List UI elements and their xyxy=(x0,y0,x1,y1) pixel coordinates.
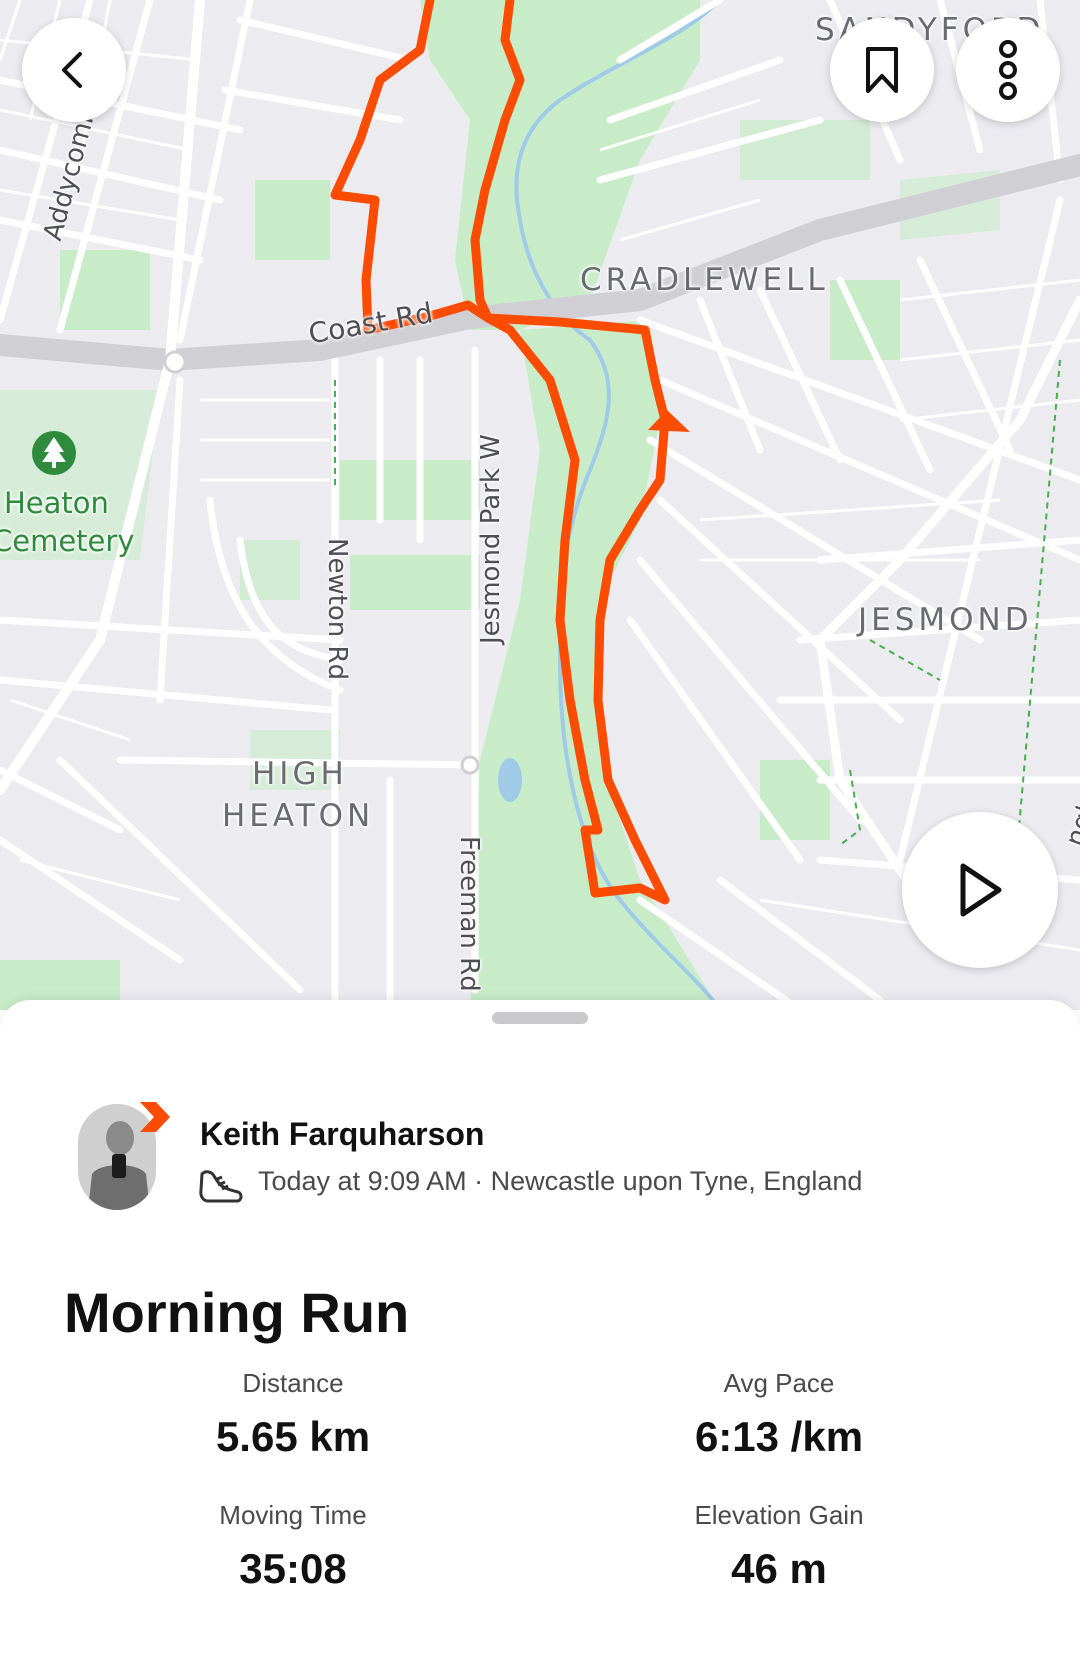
stat-label: Moving Time xyxy=(219,1500,367,1530)
stat-value: 5.65 km xyxy=(215,1413,371,1460)
stat-label: Elevation Gain xyxy=(694,1500,864,1530)
street-label-freeman-rd: Freeman Rd xyxy=(454,836,484,992)
activity-sheet: Keith Farquharson Today at 9:09 AM · New… xyxy=(0,1000,1080,1672)
area-label-high: HIGH xyxy=(252,756,348,792)
area-label-heaton: HEATON xyxy=(222,798,375,834)
pond xyxy=(498,758,522,802)
run-shoe-icon xyxy=(199,1170,243,1203)
poi-label-heaton-cemetery-line1[interactable]: Heaton xyxy=(4,486,109,520)
stat-value: 46 m xyxy=(731,1545,827,1592)
tree-icon xyxy=(32,431,76,475)
more-vertical-icon xyxy=(999,40,1017,100)
activity-meta: Today at 9:09 AM · Newcastle upon Tyne, … xyxy=(258,1166,863,1196)
area-label-cradlewell: CRADLEWELL xyxy=(580,262,829,298)
area-label-jesmond: JESMOND xyxy=(858,602,1033,638)
stat-value: 35:08 xyxy=(239,1545,347,1592)
bookmark-icon xyxy=(866,47,898,93)
flyover-play-button[interactable] xyxy=(902,812,1058,968)
street-label-jesmond-park-w: Jesmond Park W xyxy=(476,434,506,644)
street-label-newton-rd: Newton Rd xyxy=(322,538,352,681)
activity-title: Morning Run xyxy=(64,1281,410,1344)
more-options-button[interactable] xyxy=(956,18,1060,122)
play-icon xyxy=(960,863,1002,917)
stat-value: 6:13 /km xyxy=(694,1413,864,1460)
subscriber-chevron-icon xyxy=(140,1102,170,1132)
sheet-drag-handle[interactable] xyxy=(492,1012,588,1024)
athlete-name[interactable]: Keith Farquharson xyxy=(200,1116,484,1153)
stat-moving-time: Moving Time 35:08 xyxy=(143,1500,443,1593)
save-route-button[interactable] xyxy=(830,18,934,122)
route-map[interactable]: SANDYFORD CRADLEWELL JESMOND HIGH HEATON… xyxy=(0,0,1080,1010)
stat-distance: Distance 5.65 km xyxy=(143,1368,443,1461)
back-icon xyxy=(62,52,82,88)
stat-avg-pace: Avg Pace 6:13 /km xyxy=(629,1368,929,1461)
back-button[interactable] xyxy=(22,18,126,122)
poi-label-heaton-cemetery-line2[interactable]: Cemetery xyxy=(0,524,134,558)
stat-label: Avg Pace xyxy=(723,1368,835,1398)
stat-elevation-gain: Elevation Gain 46 m xyxy=(629,1500,929,1593)
stat-label: Distance xyxy=(242,1368,344,1398)
